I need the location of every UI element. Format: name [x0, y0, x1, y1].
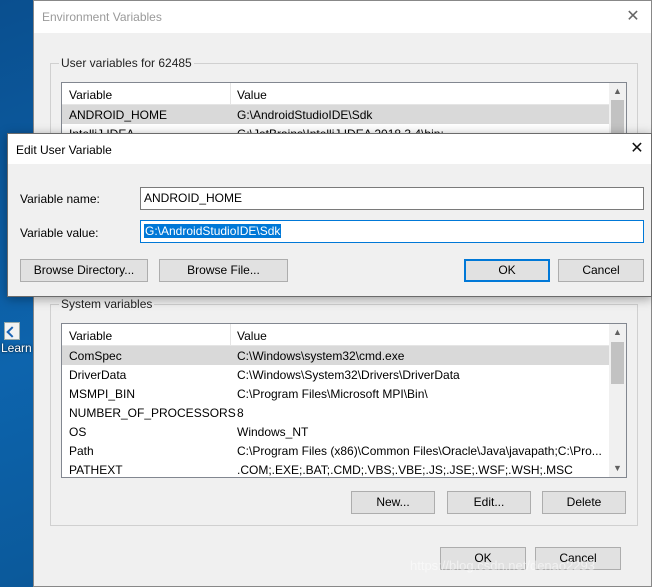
table-row[interactable]: Path C:\Program Files (x86)\Common Files…	[62, 441, 626, 460]
column-divider[interactable]	[230, 324, 231, 346]
browse-file-button[interactable]: Browse File...	[159, 259, 288, 282]
delete-variable-button[interactable]: Delete	[542, 491, 626, 514]
close-icon[interactable]: ✕	[623, 7, 643, 27]
watermark: https://blog.csdn.net/denao2293	[410, 558, 596, 573]
table-row[interactable]: ANDROID_HOME G:\AndroidStudioIDE\Sdk	[62, 105, 626, 124]
table-row[interactable]: DriverData C:\Windows\System32\Drivers\D…	[62, 365, 626, 384]
row-value: C:\Program Files\Microsoft MPI\Bin\	[237, 387, 428, 401]
system-variables-group: System variables Variable Value ComSpec …	[50, 297, 638, 526]
table-row[interactable]: ComSpec C:\Windows\system32\cmd.exe	[62, 346, 626, 365]
user-variables-title: User variables for 62485	[59, 56, 194, 70]
row-value: G:\AndroidStudioIDE\Sdk	[237, 108, 373, 122]
variable-name-input[interactable]: ANDROID_HOME	[140, 187, 644, 210]
user-col-variable[interactable]: Variable	[69, 88, 112, 102]
system-list-scrollbar[interactable]: ▲ ▼	[609, 324, 626, 477]
edit-dialog-title: Edit User Variable	[16, 143, 112, 157]
scroll-thumb[interactable]	[611, 342, 624, 384]
user-list-header: Variable Value	[62, 83, 626, 105]
row-variable: OS	[69, 425, 87, 439]
row-value: 8	[237, 406, 244, 420]
variable-name-label: Variable name:	[20, 192, 100, 206]
table-row[interactable]: PATHEXT .COM;.EXE;.BAT;.CMD;.VBS;.VBE;.J…	[62, 460, 626, 477]
edit-user-variable-dialog: Edit User Variable ✕ Variable name: ANDR…	[7, 133, 652, 297]
table-row[interactable]: NUMBER_OF_PROCESSORS 8	[62, 403, 626, 422]
edit-ok-button[interactable]: OK	[464, 259, 550, 282]
system-variables-title: System variables	[59, 297, 155, 311]
close-icon[interactable]: ✕	[627, 139, 647, 159]
desktop-shortcut-learn[interactable]: Learn	[0, 322, 34, 362]
system-col-value[interactable]: Value	[237, 329, 267, 343]
row-value: C:\Program Files (x86)\Common Files\Orac…	[237, 444, 602, 458]
shortcut-icon	[4, 322, 20, 340]
row-variable: DriverData	[69, 368, 127, 382]
table-row[interactable]: MSMPI_BIN C:\Program Files\Microsoft MPI…	[62, 384, 626, 403]
system-list-header: Variable Value	[62, 324, 626, 346]
column-divider[interactable]	[230, 83, 231, 105]
row-variable: Path	[69, 444, 94, 458]
system-variables-list[interactable]: Variable Value ComSpec C:\Windows\system…	[61, 323, 627, 478]
row-variable: ComSpec	[69, 349, 122, 363]
row-value: Windows_NT	[237, 425, 309, 439]
row-variable: NUMBER_OF_PROCESSORS	[69, 406, 236, 420]
variable-value-selected-text: G:\AndroidStudioIDE\Sdk	[144, 224, 282, 238]
table-row[interactable]: OS Windows_NT	[62, 422, 626, 441]
scroll-down-icon[interactable]: ▼	[609, 460, 626, 477]
variable-value-label: Variable value:	[20, 226, 99, 240]
row-variable: PATHEXT	[69, 463, 123, 477]
browse-directory-button[interactable]: Browse Directory...	[20, 259, 148, 282]
row-value: C:\Windows\System32\Drivers\DriverData	[237, 368, 460, 382]
new-variable-button[interactable]: New...	[351, 491, 435, 514]
variable-value-input[interactable]: G:\AndroidStudioIDE\Sdk	[140, 220, 644, 243]
user-variables-group: User variables for 62485 Variable Value …	[50, 56, 638, 143]
edit-titlebar: Edit User Variable ✕	[8, 134, 651, 164]
system-col-variable[interactable]: Variable	[69, 329, 112, 343]
env-titlebar: Environment Variables ✕	[34, 1, 651, 33]
desktop-icon-label: Learn	[1, 341, 32, 355]
edit-variable-button[interactable]: Edit...	[447, 491, 531, 514]
scroll-up-icon[interactable]: ▲	[609, 324, 626, 341]
row-value: .COM;.EXE;.BAT;.CMD;.VBS;.VBE;.JS;.JSE;.…	[237, 463, 573, 477]
row-variable: ANDROID_HOME	[69, 108, 168, 122]
edit-cancel-button[interactable]: Cancel	[558, 259, 644, 282]
user-col-value[interactable]: Value	[237, 88, 267, 102]
env-window-title: Environment Variables	[42, 10, 162, 24]
row-variable: MSMPI_BIN	[69, 387, 136, 401]
scroll-up-icon[interactable]: ▲	[609, 83, 626, 100]
variable-name-text: ANDROID_HOME	[144, 191, 243, 205]
row-value: C:\Windows\system32\cmd.exe	[237, 349, 405, 363]
